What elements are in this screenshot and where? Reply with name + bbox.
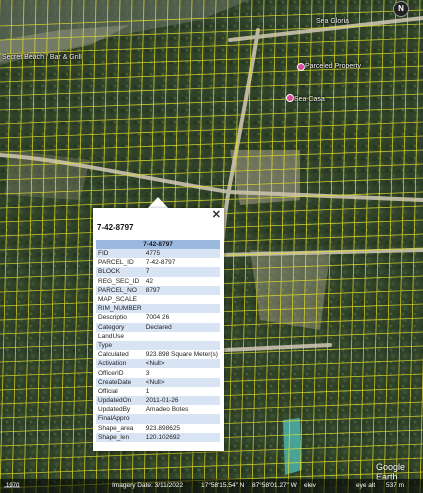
attribute-key: FID xyxy=(96,249,144,259)
attribute-value xyxy=(143,414,220,424)
attribute-row: Type xyxy=(96,340,220,351)
attribute-row: OfficerID 3 xyxy=(96,368,220,378)
attribute-key: Activation xyxy=(96,359,144,369)
elevation-label: elev xyxy=(304,482,316,489)
attribute-key: OfficerID xyxy=(96,368,144,378)
scale-label: 1970 xyxy=(6,483,20,489)
attribute-key: UpdatedOn xyxy=(96,396,144,406)
attribute-row: Activation <Null> xyxy=(96,359,220,369)
longitude-readout: 87°58'01.27" W xyxy=(252,482,297,489)
attribute-row: PARCEL_NO 8797 xyxy=(96,285,220,295)
eye-altitude-label: eye alt xyxy=(356,482,376,489)
attribute-row: LandUse xyxy=(96,331,220,341)
attribute-key: REG_SEC_ID xyxy=(96,276,144,286)
attribute-row: Descriptio 7004 26 xyxy=(96,313,220,323)
attribute-key: RIM_NUMBER xyxy=(96,304,144,314)
attribute-value: <Null> xyxy=(143,359,220,369)
attribute-value: 7-42-8797 xyxy=(143,258,220,268)
attribute-key: Calculated xyxy=(96,350,144,360)
close-icon[interactable]: ✕ xyxy=(212,209,221,221)
place-pin-parceled-property[interactable] xyxy=(297,63,305,71)
attribute-value: 4775 xyxy=(143,249,220,259)
attribute-value: Declared xyxy=(143,322,220,332)
attribute-row: PARCEL_ID 7-42-8797 xyxy=(96,258,220,268)
attribute-key: PARCEL_ID xyxy=(96,258,144,268)
place-label-sea-casa[interactable]: Sea Casa xyxy=(294,96,325,103)
attribute-value xyxy=(143,304,220,314)
attribute-row: RIM_NUMBER xyxy=(96,304,220,314)
attribute-row: MAP_SCALE xyxy=(96,294,220,305)
attribute-row: REG_SEC_ID 42 xyxy=(96,276,220,286)
attribute-value xyxy=(143,340,220,351)
attribute-key: MAP_SCALE xyxy=(96,294,144,305)
attribute-table: 7-42-8797 FID 4775 PARCEL_ID 7-42-8797 BLOCK… xyxy=(96,240,220,442)
attribute-key: Type xyxy=(96,340,144,351)
attribute-value: Amadeo Botes xyxy=(143,405,220,415)
attribute-value xyxy=(143,294,220,305)
attribute-row: FID 4775 xyxy=(96,249,220,259)
attribute-value: 923.898625 xyxy=(143,423,220,433)
attribute-key: PARCEL_NO xyxy=(96,285,144,295)
attribute-value: 7 xyxy=(143,267,220,277)
attribute-value: 2011-01-26 xyxy=(143,396,220,406)
attribute-value: 923.898 Square Meter(s) xyxy=(143,350,220,360)
attribute-value xyxy=(143,331,220,341)
attribute-key: LandUse xyxy=(96,331,144,341)
map-view[interactable]: Secret Beach / Bar & Grill Sea Gloria Pa… xyxy=(0,0,423,493)
attribute-key: Category xyxy=(96,322,144,332)
attribute-key: UpdatedBy xyxy=(96,405,144,415)
attribute-key: Descriptio xyxy=(96,313,144,323)
compass-icon[interactable]: N xyxy=(393,1,409,17)
attribute-key: BLOCK xyxy=(96,267,144,277)
attribute-row: UpdatedBy Amadeo Botes xyxy=(96,405,220,415)
imagery-date: Imagery Date: 3/11/2022 xyxy=(112,482,184,489)
attribute-row: Category Declared xyxy=(96,322,220,332)
place-label-parceled-property[interactable]: Parceled Property xyxy=(305,63,361,70)
place-label-sea-gloria[interactable]: Sea Gloria xyxy=(316,18,349,25)
eye-altitude-value: 537 m xyxy=(386,482,405,489)
latitude-readout: 17°58'15.54" N xyxy=(201,482,245,489)
attribute-row: Shape_len 120.102692 xyxy=(96,432,220,442)
popup-title: 7-42-8797 xyxy=(97,223,134,232)
attribute-table-header: 7-42-8797 xyxy=(96,240,220,249)
attribute-row: FinalAppro xyxy=(96,414,220,424)
attribute-row: UpdatedOn 2011-01-26 xyxy=(96,396,220,406)
attribute-row: Calculated 923.898 Square Meter(s) xyxy=(96,350,220,360)
attribute-value: 8797 xyxy=(143,285,220,295)
place-pin-sea-casa[interactable] xyxy=(286,94,294,102)
attribute-key: Shape_area xyxy=(96,423,144,433)
attribute-value: 1 xyxy=(143,386,220,396)
parcel-info-popup: ✕ 7-42-8797 7-42-8797 FID 4775 PARCEL_ID 7-… xyxy=(93,208,224,451)
place-label-secret-beach[interactable]: Secret Beach / Bar & Grill xyxy=(2,54,82,61)
attribute-value: 3 xyxy=(143,368,220,378)
attribute-row: Shape_area 923.898625 xyxy=(96,423,220,433)
attribute-value: 42 xyxy=(143,276,220,286)
attribute-row: Official 1 xyxy=(96,386,220,396)
status-bar: 1970 Imagery Date: 3/11/2022 17°58'15.54… xyxy=(0,479,423,493)
attribute-key: Shape_len xyxy=(96,432,144,442)
attribute-value: <Null> xyxy=(143,377,220,387)
attribute-value: 120.102692 xyxy=(143,432,220,442)
attribute-key: FinalAppro xyxy=(96,414,144,424)
attribute-key: Official xyxy=(96,386,144,396)
attribute-value: 7004 26 xyxy=(143,313,220,323)
attribute-row: CreateDate <Null> xyxy=(96,377,220,387)
attribute-row: BLOCK 7 xyxy=(96,267,220,277)
attribute-key: CreateDate xyxy=(96,377,144,387)
